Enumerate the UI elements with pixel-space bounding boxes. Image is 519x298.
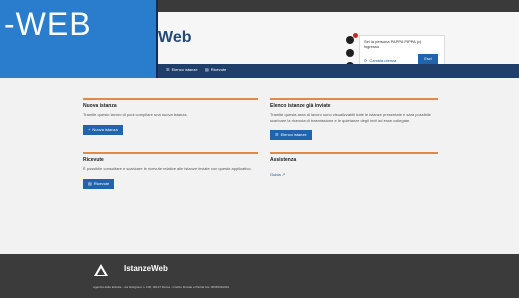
notification-icon[interactable] bbox=[346, 33, 358, 44]
logo-text: -WEB bbox=[4, 6, 92, 42]
agenzia-logo-icon bbox=[94, 264, 108, 276]
main-content: Nuova istanza Tramite questo lavoro di p… bbox=[0, 78, 519, 254]
button-label: Nuova istanza bbox=[92, 126, 118, 132]
nav-label: Ricevute bbox=[210, 67, 227, 72]
page: Web Sei la persona PAPPA PIPPA (c) ingre… bbox=[0, 0, 519, 298]
list-icon: ☰ bbox=[275, 132, 279, 137]
receipt-icon: ▤ bbox=[205, 67, 209, 72]
new-request-button[interactable]: + Nuova istanza bbox=[83, 124, 123, 135]
button-label: Elenco istanze bbox=[280, 132, 307, 137]
nav-item-elenco-istanze[interactable]: ☰ Elenco istanze bbox=[166, 67, 198, 72]
receipts-button[interactable]: ▤ Ricevute bbox=[83, 178, 115, 189]
card-sent-requests: Elenco istanze già inviate Tramite quest… bbox=[270, 98, 438, 148]
card-title: Assistenza bbox=[270, 157, 297, 163]
list-icon: ☰ bbox=[166, 67, 170, 72]
brand-name: Web bbox=[158, 29, 192, 46]
exit-button[interactable]: Esci bbox=[418, 54, 438, 64]
external-link-icon: ↗ bbox=[281, 172, 286, 177]
info-icon[interactable] bbox=[346, 49, 354, 57]
refresh-icon: ⟳ bbox=[364, 58, 368, 63]
user-welcome-text: Sei la persona PAPPA PIPPA (c) ingresso bbox=[364, 39, 422, 49]
link-label: Guida bbox=[270, 172, 281, 177]
card-text: Tramite questa area di lavoro sono visua… bbox=[270, 112, 431, 123]
card-new-request: Nuova istanza Tramite questo lavoro di p… bbox=[83, 98, 258, 146]
notification-badge bbox=[353, 33, 358, 38]
card-text: Tramite questo lavoro di puoi compilare … bbox=[83, 112, 188, 117]
card-assistance: Assistenza Guida ↗ bbox=[270, 152, 438, 194]
site-footer: IstanzeWeb Agenzia delle Entrate - via G… bbox=[0, 254, 519, 298]
footer-brand: IstanzeWeb bbox=[124, 264, 168, 273]
card-title: Ricevute bbox=[83, 157, 104, 163]
card-text: È possibile consultare e scaricare le ri… bbox=[83, 166, 252, 171]
button-label: Ricevute bbox=[93, 180, 110, 186]
plus-icon: + bbox=[88, 126, 91, 132]
card-title: Nuova istanza bbox=[83, 103, 117, 109]
card-title: Elenco istanze già inviate bbox=[270, 103, 331, 109]
sent-requests-button[interactable]: ☰ Elenco istanze bbox=[270, 130, 312, 140]
change-profile-link[interactable]: ⟳ Cambia utenza bbox=[364, 58, 396, 63]
footer-text: Agenzia delle Entrate - via Giorgione n.… bbox=[93, 285, 230, 289]
receipt-icon: ▤ bbox=[88, 180, 92, 186]
guide-link[interactable]: Guida ↗ bbox=[270, 172, 285, 177]
card-receipts: Ricevute È possibile consultare e scaric… bbox=[83, 152, 258, 200]
nav-label: Elenco istanze bbox=[171, 67, 198, 72]
nav-item-ricevute[interactable]: ▤ Ricevute bbox=[205, 67, 226, 72]
change-profile-label: Cambia utenza bbox=[369, 58, 397, 63]
